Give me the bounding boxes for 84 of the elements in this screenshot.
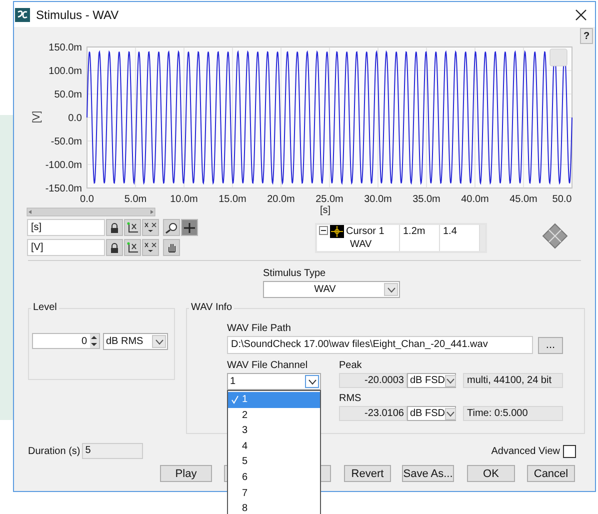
hand-icon [166, 242, 178, 254]
lock-button[interactable] [106, 219, 123, 236]
x-tick-label: 0.0 [80, 194, 94, 205]
x-tick-label: 25.0m [316, 194, 344, 205]
y-axis-label: [V] [32, 110, 43, 124]
x-tick-label: 20.0m [267, 194, 295, 205]
advanced-view-label: Advanced View [491, 446, 560, 456]
browse-button[interactable]: ... [538, 336, 563, 354]
level-spin-field[interactable]: 0 [32, 333, 100, 349]
format-button[interactable] [142, 219, 159, 236]
caret-icon [446, 378, 456, 384]
wav-file-path-field[interactable]: D:\SoundCheck 17.00\wav files\Eight_Chan_-20_441.wav [227, 336, 533, 354]
cursor-name: Cursor 1 [346, 226, 384, 237]
peak-label: Peak [339, 360, 363, 372]
duration-field[interactable]: 5 [82, 443, 144, 459]
peak-unit-dropdown[interactable]: dB FSD [407, 373, 456, 388]
autoscale-button[interactable] [124, 239, 141, 256]
autoscale-button[interactable] [124, 219, 141, 236]
duration-label: Duration (s) [28, 446, 80, 456]
peak-value-field: -20.0003 [339, 373, 407, 388]
cursor-x-value: 1.2m [400, 225, 440, 251]
y-tick-label: -50.0m [50, 136, 82, 148]
x-tick-label: 40.0m [461, 194, 489, 205]
axis-name-field[interactable]: [V] [27, 239, 105, 256]
zoom-button[interactable] [163, 219, 180, 236]
rms-unit-dropdown[interactable]: dB FSD [407, 406, 456, 421]
cursor-move-pad-icon[interactable] [542, 223, 568, 249]
cursor-crosshair-icon[interactable] [330, 225, 344, 238]
lock-icon [110, 222, 119, 232]
horizontal-scrollbar[interactable] [26, 208, 156, 216]
stimulus-type-dropdown[interactable]: WAV [263, 281, 400, 298]
channel-option[interactable]: 3 [228, 423, 320, 439]
dialog-button[interactable]: Cancel [527, 465, 575, 482]
caret-icon [154, 338, 164, 344]
lock-button[interactable] [106, 239, 123, 256]
x-tick-label: 30.0m [364, 194, 392, 205]
dialog-button[interactable]: Save As... [402, 465, 454, 482]
rms-value-field: -23.0106 [339, 406, 407, 421]
x-axis-label: [s] [320, 205, 331, 216]
wav-file-path-label: WAV File Path [227, 323, 292, 335]
caret-icon [386, 286, 396, 292]
spin-arrows-icon[interactable] [90, 334, 98, 348]
dialog-button[interactable]: Revert [344, 465, 391, 482]
dialog-button[interactable]: Play [160, 465, 212, 482]
file-duration-field: Time: 0:5.000 [463, 406, 563, 421]
advanced-view-checkbox[interactable] [563, 444, 576, 458]
caret-icon [308, 378, 316, 384]
channel-option[interactable]: 8 [228, 501, 320, 514]
format-button[interactable] [142, 239, 159, 256]
channel-option[interactable]: 7 [228, 486, 320, 502]
channel-option[interactable]: 6 [228, 470, 320, 486]
dialog-button[interactable]: OK [467, 465, 515, 482]
crosshair-button[interactable] [181, 219, 198, 236]
x-tick-label: 5.0m [124, 194, 147, 205]
y-tick-label: 100.0m [48, 66, 82, 77]
y-tick-label: 150.0m [48, 42, 82, 54]
x-tick-label: 45.0m [510, 194, 538, 205]
stimulus-type-label: Stimulus Type [263, 268, 326, 280]
rms-label: RMS [339, 393, 362, 405]
cursor-plot-name: WAV [350, 239, 372, 250]
x-tick-label: 35.0m [412, 194, 440, 205]
caret-icon [446, 410, 456, 416]
x-tick-label: 10.0m [170, 194, 198, 205]
x-tick-label: 15.0m [218, 194, 246, 205]
level-unit-dropdown[interactable]: dB RMS [103, 333, 168, 350]
axis-name-field[interactable]: [s] [27, 219, 105, 236]
window-title: Stimulus - WAV [36, 8, 119, 22]
help-button[interactable]: ? [580, 28, 593, 44]
y-tick-label: -150.0m [45, 184, 82, 194]
channel-option[interactable]: 5 [228, 454, 320, 470]
lock-icon [110, 242, 119, 252]
wav-channel-dropdown[interactable]: 1 [227, 373, 321, 390]
check-icon [231, 395, 239, 404]
y-tick-label: 50.0m [54, 90, 82, 100]
wav-file-channel-label: WAV File Channel [227, 360, 309, 372]
close-icon[interactable] [575, 8, 587, 20]
y-tick-label: 0.0 [68, 113, 82, 124]
y-tick-label: -100.0m [45, 160, 82, 171]
file-format-field: multi, 44100, 24 bit [463, 373, 563, 388]
channel-option[interactable]: 4 [228, 438, 320, 454]
tree-toggle-icon[interactable] [319, 226, 328, 238]
channel-option[interactable]: 2 [228, 408, 320, 424]
x-tick-label: 50.0 [552, 194, 572, 205]
pan-hand-button[interactable] [163, 239, 180, 256]
